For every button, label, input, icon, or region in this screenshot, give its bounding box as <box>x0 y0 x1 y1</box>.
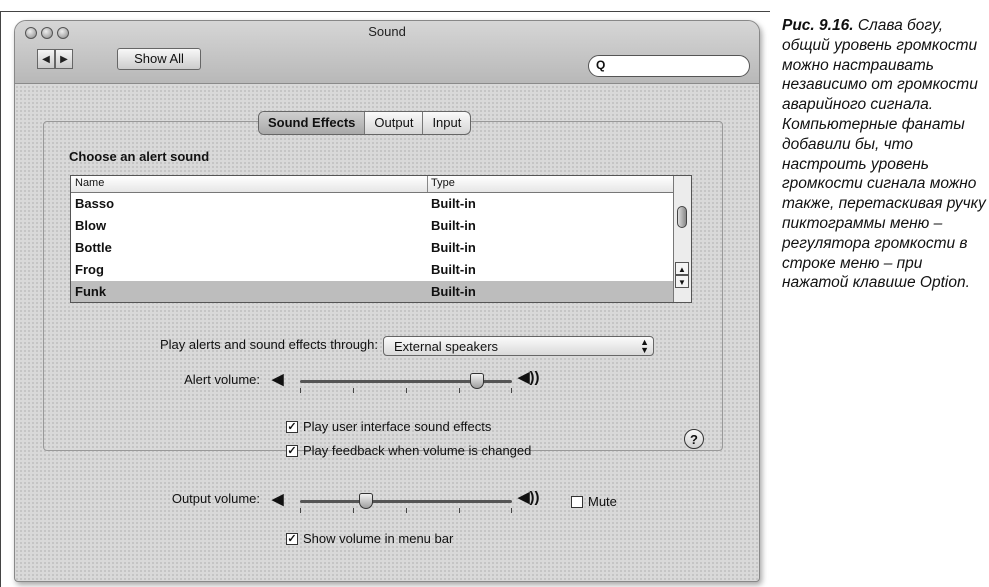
search-input[interactable] <box>611 58 741 74</box>
tab-bar: Sound Effects Output Input <box>258 111 472 135</box>
table-scrollbar[interactable]: ▲ ▼ <box>673 176 691 302</box>
sound-type: Built-in <box>431 262 476 277</box>
window-title: Sound <box>368 24 406 39</box>
column-separator <box>427 176 428 192</box>
scroll-down-arrow-icon[interactable]: ▼ <box>675 275 689 288</box>
play-through-label: Play alerts and sound effects through: <box>159 337 378 352</box>
alert-volume-label: Alert volume: <box>184 372 260 387</box>
popup-chevron-icon: ▲ ▼ <box>640 337 649 355</box>
table-row[interactable]: Bottle Built-in <box>71 237 675 259</box>
tab-input[interactable]: Input <box>423 112 470 134</box>
checkbox-label: Play feedback when volume is changed <box>303 443 532 458</box>
sound-name: Bottle <box>75 240 112 255</box>
slider-tick <box>406 508 407 513</box>
sound-name: Frog <box>75 262 104 277</box>
table-row[interactable]: Frog Built-in <box>71 259 675 281</box>
figure-caption: Рис. 9.16. Слава богу, общий уровень гро… <box>782 16 987 293</box>
table-header: Name Type <box>71 176 675 193</box>
slider-knob[interactable] <box>470 373 484 389</box>
table-row-selected[interactable]: Funk Built-in <box>71 281 675 302</box>
figure-frame-left <box>0 11 1 587</box>
volume-feedback-checkbox[interactable]: ✓ Play feedback when volume is changed <box>286 443 531 458</box>
alert-volume-slider[interactable] <box>300 372 512 402</box>
volume-low-icon: ◀ <box>272 371 284 388</box>
output-volume-label: Output volume: <box>171 491 260 506</box>
checkbox-box[interactable]: ✓ <box>286 532 298 545</box>
slider-tick <box>511 388 512 393</box>
caption-text: Слава богу, общий уровень громкости можн… <box>782 17 986 292</box>
output-device-popup[interactable]: External speakers ▲ ▼ <box>383 336 654 356</box>
slider-tick <box>511 508 512 513</box>
column-header-name[interactable]: Name <box>75 177 104 189</box>
search-field[interactable]: Q <box>588 55 750 77</box>
tab-sound-effects[interactable]: Sound Effects <box>259 112 366 134</box>
slider-knob[interactable] <box>359 493 373 509</box>
volume-low-icon: ◀ <box>272 491 284 508</box>
mute-checkbox[interactable]: Mute <box>571 494 617 509</box>
figure-frame-top <box>0 11 770 12</box>
slider-tick <box>353 508 354 513</box>
ui-sound-effects-checkbox[interactable]: ✓ Play user interface sound effects <box>286 419 491 434</box>
slider-tick <box>300 508 301 513</box>
volume-high-icon: ◀)) <box>518 489 540 506</box>
sound-name: Blow <box>75 218 107 233</box>
scroll-up-arrow-icon[interactable]: ▲ <box>675 262 689 275</box>
slider-tick <box>300 388 301 393</box>
sound-type: Built-in <box>431 196 476 211</box>
search-icon: Q <box>596 58 606 72</box>
figure-number: Рис. 9.16. <box>782 17 854 34</box>
checkbox-label: Mute <box>588 494 617 509</box>
output-volume-slider[interactable] <box>300 492 512 522</box>
alert-sound-heading: Choose an alert sound <box>69 149 210 164</box>
sound-name: Funk <box>75 284 107 299</box>
back-button[interactable]: ◀ <box>37 49 55 69</box>
slider-tick <box>406 388 407 393</box>
show-all-button[interactable]: Show All <box>117 48 201 70</box>
help-button[interactable]: ? <box>684 429 704 449</box>
show-volume-menubar-checkbox[interactable]: ✓ Show volume in menu bar <box>286 531 453 546</box>
sound-type: Built-in <box>431 218 476 233</box>
checkbox-label: Show volume in menu bar <box>303 531 454 546</box>
checkbox-box[interactable]: ✓ <box>286 420 298 433</box>
slider-tick <box>459 508 460 513</box>
table-row[interactable]: Basso Built-in <box>71 193 675 215</box>
column-header-type[interactable]: Type <box>431 177 455 189</box>
slider-tick <box>353 388 354 393</box>
sound-type: Built-in <box>431 240 476 255</box>
slider-tick <box>459 388 460 393</box>
slider-track <box>300 500 512 503</box>
tab-output[interactable]: Output <box>365 112 424 134</box>
forward-button[interactable]: ▶ <box>55 49 73 69</box>
output-device-value: External speakers <box>394 339 499 354</box>
sound-name: Basso <box>75 196 115 211</box>
checkbox-box[interactable]: ✓ <box>286 444 298 457</box>
alert-sound-table: Name Type Basso Built-in Blow Built-in B… <box>70 175 692 303</box>
checkbox-box[interactable] <box>571 495 583 508</box>
scrollbar-thumb[interactable] <box>677 206 687 228</box>
checkbox-label: Play user interface sound effects <box>303 419 492 434</box>
sound-type: Built-in <box>431 284 476 299</box>
volume-high-icon: ◀)) <box>518 369 540 386</box>
table-row[interactable]: Blow Built-in <box>71 215 675 237</box>
